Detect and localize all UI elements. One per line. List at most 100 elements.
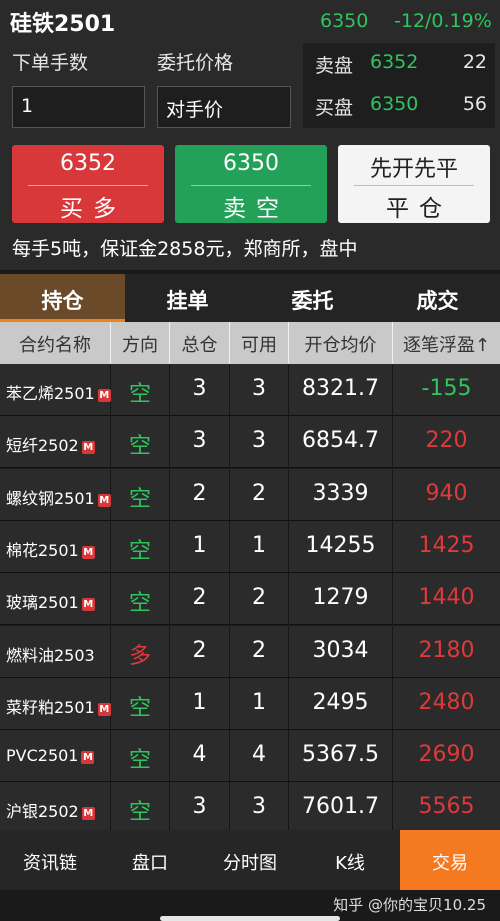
close-mode: 先开先平: [369, 157, 458, 182]
header-total[interactable]: 总仓: [170, 322, 230, 364]
available-cell: 3: [230, 364, 289, 416]
available-cell: 2: [230, 625, 289, 678]
nav-quotes[interactable]: 盘口: [100, 830, 200, 890]
ask-price: 6352: [370, 51, 419, 73]
bid-price: 6350: [370, 93, 419, 115]
quantity-input[interactable]: 1: [12, 86, 145, 128]
contract-name: 短纤2502: [6, 436, 79, 456]
direction-cell: 空: [111, 520, 170, 573]
nav-intraday[interactable]: 分时图: [200, 830, 300, 890]
table-row[interactable]: 菜籽粕2501 M 空 1 1 2495 2480: [0, 677, 500, 730]
contract-name-cell: 苯乙烯2501 M: [0, 364, 111, 416]
direction-cell: 空: [111, 730, 170, 783]
contract-name-cell: 玻璃2501 M: [0, 573, 111, 626]
last-price: 6350: [320, 10, 369, 32]
contract-name-cell: 沪银2502 M: [0, 782, 111, 835]
pnl-cell: -155: [421, 376, 472, 401]
m-badge-icon: M: [97, 389, 111, 402]
close-position-button[interactable]: 先开先平 平仓: [338, 145, 490, 223]
avg-price-cell: 14255: [289, 520, 393, 573]
total-cell: 2: [170, 468, 230, 521]
header-contract[interactable]: 合约名称: [0, 322, 111, 364]
available-cell: 2: [230, 573, 289, 626]
sell-short-button[interactable]: 6350 卖空: [175, 145, 327, 223]
total-cell: 3: [170, 416, 230, 469]
table-row[interactable]: 螺纹钢2501 M 空 2 2 3339 940: [0, 468, 500, 521]
direction-cell: 多: [111, 625, 170, 678]
m-badge-icon: M: [81, 545, 95, 559]
position-tabs: 持仓 挂单 委托 成交: [0, 274, 500, 322]
buy-long-button[interactable]: 6352 买多: [12, 145, 164, 223]
tab-positions[interactable]: 持仓: [0, 274, 125, 322]
pnl-cell: 2180: [418, 637, 475, 663]
table-row[interactable]: 燃料油2503 多 2 2 3034 2180: [0, 625, 500, 678]
available-cell: 1: [230, 677, 289, 730]
table-row[interactable]: 玻璃2501 M 空 2 2 1279 1440: [0, 573, 500, 626]
pnl-cell: 1440: [418, 585, 475, 611]
table-row[interactable]: 苯乙烯2501 M 空 3 3 8321.7 -155: [0, 364, 500, 416]
contract-name-cell: 燃料油2503: [0, 625, 111, 678]
total-cell: 2: [170, 573, 230, 626]
quantity-label: 下单手数: [12, 52, 89, 74]
contract-name: 燃料油2503: [6, 645, 95, 665]
m-badge-icon: M: [97, 702, 111, 716]
contract-name: 沪银2502: [6, 802, 79, 822]
avg-price-cell: 6854.7: [289, 416, 393, 469]
bid-row[interactable]: 买盘 6350 56: [303, 85, 495, 125]
header-pnl[interactable]: 逐笔浮盈↑: [393, 322, 500, 364]
total-cell: 1: [170, 520, 230, 573]
price-type-select[interactable]: 对手价: [157, 86, 291, 128]
price-type-label: 委托价格: [157, 52, 234, 74]
avg-price-cell: 2495: [289, 677, 393, 730]
contract-name-cell: 螺纹钢2501 M: [0, 468, 111, 521]
ask-volume: 22: [462, 51, 487, 73]
ask-label: 卖盘: [315, 55, 354, 77]
nav-kline[interactable]: K线: [300, 830, 400, 890]
ask-row[interactable]: 卖盘 6352 22: [303, 43, 495, 83]
pnl-cell: 1425: [418, 532, 475, 558]
avg-price-cell: 3034: [289, 625, 393, 678]
buy-label: 买多: [60, 196, 126, 222]
home-indicator[interactable]: [160, 916, 340, 921]
available-cell: 4: [230, 730, 289, 783]
contract-name: 螺纹钢2501: [6, 488, 95, 508]
pnl-cell: 220: [425, 428, 468, 454]
pnl-cell: 2480: [418, 689, 475, 715]
contract-name: PVC2501: [6, 746, 79, 766]
avg-price-cell: 8321.7: [289, 364, 393, 416]
table-row[interactable]: 棉花2501 M 空 1 1 14255 1425: [0, 520, 500, 573]
nav-trade[interactable]: 交易: [400, 830, 500, 890]
avg-price-cell: 7601.7: [289, 782, 393, 835]
contract-name: 菜籽粕2501: [6, 697, 95, 717]
nav-news[interactable]: 资讯链: [0, 830, 100, 890]
table-row[interactable]: 沪银2502 M 空 3 3 7601.7 5565: [0, 782, 500, 835]
header-avg-price[interactable]: 开仓均价: [289, 322, 393, 364]
table-row[interactable]: PVC2501 M 空 4 4 5367.5 2690: [0, 730, 500, 783]
m-badge-icon: M: [81, 598, 95, 612]
tab-trades[interactable]: 成交: [375, 274, 500, 322]
bottom-nav: 资讯链 盘口 分时图 K线 交易: [0, 830, 500, 890]
total-cell: 1: [170, 677, 230, 730]
contract-name-cell: PVC2501 M: [0, 730, 111, 783]
available-cell: 2: [230, 468, 289, 521]
direction-cell: 空: [111, 677, 170, 730]
footer: 知乎 @你的宝贝10.25: [0, 890, 500, 921]
total-cell: 4: [170, 730, 230, 783]
available-cell: 3: [230, 416, 289, 469]
price-change: -12/0.19%: [394, 10, 492, 32]
direction-cell: 空: [111, 782, 170, 835]
buy-price: 6352: [60, 151, 116, 176]
watermark: 知乎 @你的宝贝10.25: [333, 896, 486, 914]
m-badge-icon: M: [81, 807, 95, 821]
table-row[interactable]: 短纤2502 M 空 3 3 6854.7 220: [0, 416, 500, 469]
total-cell: 2: [170, 625, 230, 678]
contract-name: 苯乙烯2501: [6, 384, 95, 403]
divider: [191, 185, 311, 186]
tab-orders[interactable]: 委托: [250, 274, 375, 322]
m-badge-icon: M: [81, 751, 95, 765]
header-direction[interactable]: 方向: [111, 322, 170, 364]
contract-name: 玻璃2501: [6, 593, 79, 613]
tab-pending[interactable]: 挂单: [125, 274, 250, 322]
header-available[interactable]: 可用: [230, 322, 289, 364]
available-cell: 3: [230, 782, 289, 835]
